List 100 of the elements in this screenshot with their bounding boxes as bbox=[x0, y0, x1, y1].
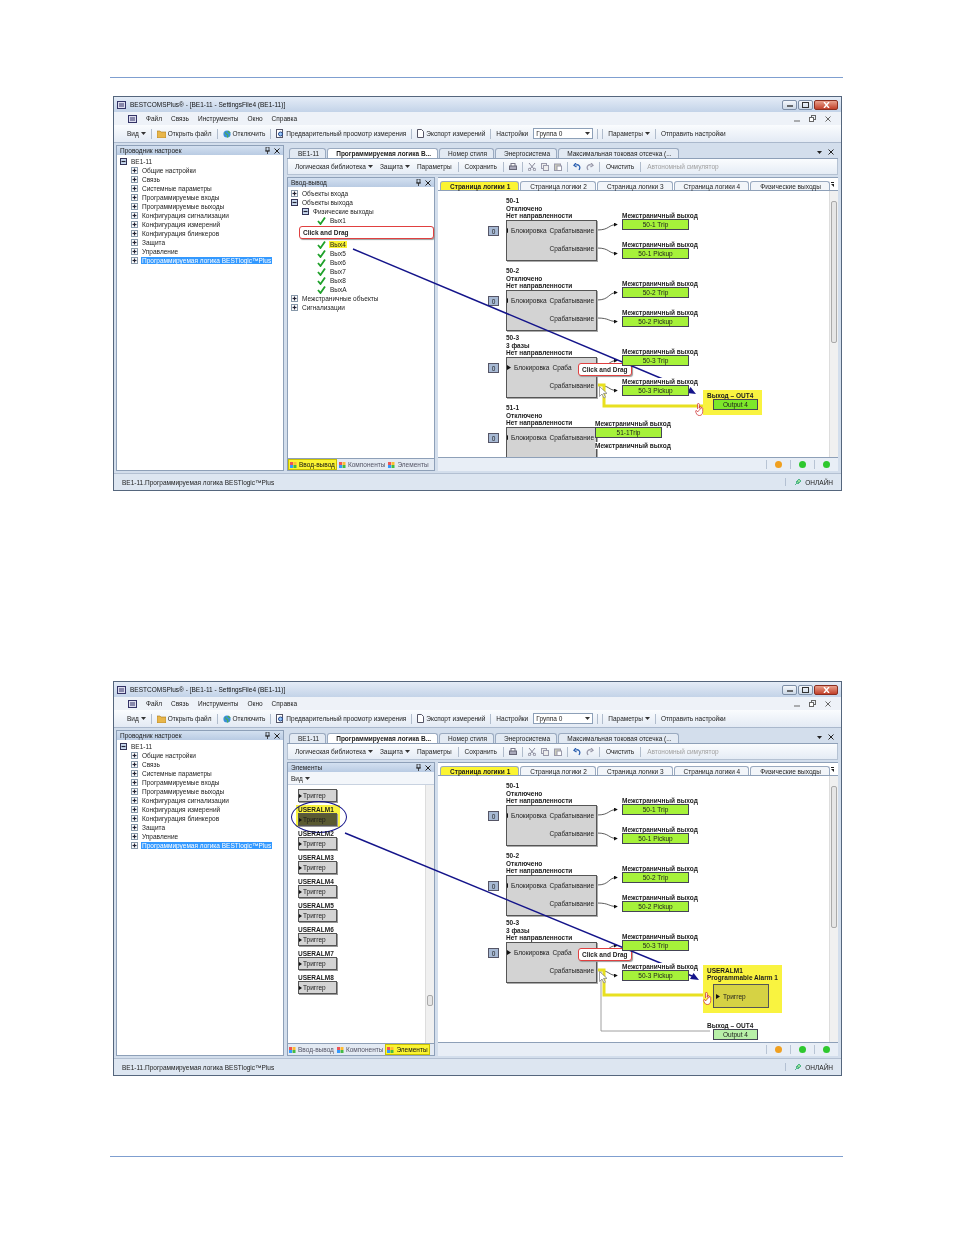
dropdown-icon[interactable] bbox=[817, 735, 822, 739]
dropdown-icon[interactable] bbox=[817, 150, 822, 154]
maximize-icon bbox=[802, 101, 809, 108]
printer-icon[interactable] bbox=[508, 162, 517, 171]
expand-icon[interactable] bbox=[131, 176, 138, 183]
scissors-icon[interactable] bbox=[527, 162, 536, 171]
caret-icon bbox=[585, 132, 591, 135]
restore-icon[interactable] bbox=[809, 115, 816, 122]
dropdown-icon[interactable] bbox=[830, 767, 834, 772]
expand-icon[interactable] bbox=[131, 752, 138, 759]
expand-icon[interactable] bbox=[131, 230, 138, 237]
expand-icon[interactable] bbox=[291, 295, 298, 302]
minimize-button[interactable] bbox=[782, 684, 797, 695]
collapse-icon[interactable] bbox=[120, 158, 127, 165]
expand-icon[interactable] bbox=[131, 203, 138, 210]
expand-icon[interactable] bbox=[131, 761, 138, 768]
close-icon[interactable] bbox=[828, 734, 834, 740]
copy-icon[interactable] bbox=[540, 162, 549, 171]
expand-icon[interactable] bbox=[131, 815, 138, 822]
caret-icon bbox=[644, 717, 650, 720]
copy-icon[interactable] bbox=[540, 747, 549, 756]
port-arrow-icon bbox=[299, 817, 302, 822]
tiles-icon bbox=[290, 461, 297, 468]
close-icon[interactable] bbox=[825, 115, 831, 122]
close-icon bbox=[822, 686, 830, 693]
pointer-cursor-icon bbox=[599, 971, 608, 984]
tiles-icon bbox=[338, 461, 346, 468]
expand-icon[interactable] bbox=[131, 239, 138, 246]
app-icon bbox=[117, 100, 126, 109]
collapse-icon[interactable] bbox=[120, 743, 127, 750]
scrollbar[interactable] bbox=[829, 191, 838, 457]
port-arrow-icon bbox=[716, 993, 720, 999]
expand-icon[interactable] bbox=[131, 194, 138, 201]
expand-icon[interactable] bbox=[131, 257, 138, 264]
expand-icon[interactable] bbox=[131, 833, 138, 840]
close-icon[interactable] bbox=[425, 764, 431, 771]
maximize-button[interactable] bbox=[798, 684, 813, 695]
document-icon bbox=[417, 714, 425, 723]
scrollbar[interactable] bbox=[829, 776, 838, 1042]
expand-icon[interactable] bbox=[131, 797, 138, 804]
paste-icon[interactable] bbox=[553, 162, 562, 171]
minimize-button[interactable] bbox=[782, 99, 797, 110]
expand-icon[interactable] bbox=[291, 190, 298, 197]
caret-icon bbox=[367, 750, 373, 753]
close-button[interactable] bbox=[814, 684, 838, 695]
expand-icon[interactable] bbox=[131, 248, 138, 255]
redo-icon[interactable] bbox=[585, 162, 594, 171]
undo-icon[interactable] bbox=[572, 162, 581, 171]
scissors-icon[interactable] bbox=[527, 747, 536, 756]
hand-cursor-icon bbox=[703, 992, 712, 1005]
tiles-icon bbox=[289, 1046, 296, 1053]
redo-icon[interactable] bbox=[585, 747, 594, 756]
expand-icon[interactable] bbox=[131, 779, 138, 786]
caret-icon bbox=[367, 165, 373, 168]
collapse-icon[interactable] bbox=[302, 208, 309, 215]
expand-icon[interactable] bbox=[131, 806, 138, 813]
expand-icon[interactable] bbox=[131, 167, 138, 174]
printer-icon[interactable] bbox=[508, 747, 517, 756]
caret-icon bbox=[140, 717, 146, 720]
plug-icon bbox=[794, 478, 803, 486]
pin-icon[interactable] bbox=[265, 147, 270, 154]
close-button[interactable] bbox=[814, 99, 838, 110]
expand-icon[interactable] bbox=[131, 221, 138, 228]
expand-icon[interactable] bbox=[131, 770, 138, 777]
expand-icon[interactable] bbox=[131, 788, 138, 795]
caret-icon bbox=[140, 132, 146, 135]
caret-icon bbox=[404, 165, 410, 168]
globe-icon bbox=[222, 129, 231, 138]
close-icon[interactable] bbox=[274, 732, 280, 739]
tiles-icon bbox=[336, 1046, 344, 1053]
port-arrow-icon bbox=[507, 297, 509, 303]
port-arrow-icon bbox=[299, 961, 302, 966]
dropdown-icon[interactable] bbox=[830, 182, 834, 187]
scrollbar[interactable] bbox=[425, 785, 434, 1043]
maximize-button[interactable] bbox=[798, 99, 813, 110]
pin-icon[interactable] bbox=[416, 764, 421, 771]
port-arrow-icon bbox=[299, 937, 302, 942]
port-arrow-icon bbox=[299, 913, 302, 918]
minimize-icon bbox=[786, 102, 793, 107]
expand-icon[interactable] bbox=[131, 212, 138, 219]
expand-icon[interactable] bbox=[131, 185, 138, 192]
expand-icon[interactable] bbox=[131, 842, 138, 849]
pin-icon[interactable] bbox=[416, 179, 421, 186]
port-arrow-icon bbox=[507, 812, 509, 818]
pin-icon[interactable] bbox=[265, 732, 270, 739]
document-icon bbox=[417, 129, 425, 138]
close-icon[interactable] bbox=[828, 149, 834, 155]
paste-icon[interactable] bbox=[553, 747, 562, 756]
close-icon bbox=[822, 101, 830, 108]
close-icon[interactable] bbox=[425, 179, 431, 186]
collapse-icon[interactable] bbox=[291, 199, 298, 206]
close-icon[interactable] bbox=[825, 700, 831, 707]
caret-icon bbox=[585, 717, 591, 720]
expand-icon[interactable] bbox=[131, 824, 138, 831]
expand-icon[interactable] bbox=[291, 304, 298, 311]
undo-icon[interactable] bbox=[572, 747, 581, 756]
maximize-icon bbox=[802, 686, 809, 693]
port-arrow-icon bbox=[299, 985, 302, 990]
restore-icon[interactable] bbox=[809, 700, 816, 707]
close-icon[interactable] bbox=[274, 147, 280, 154]
